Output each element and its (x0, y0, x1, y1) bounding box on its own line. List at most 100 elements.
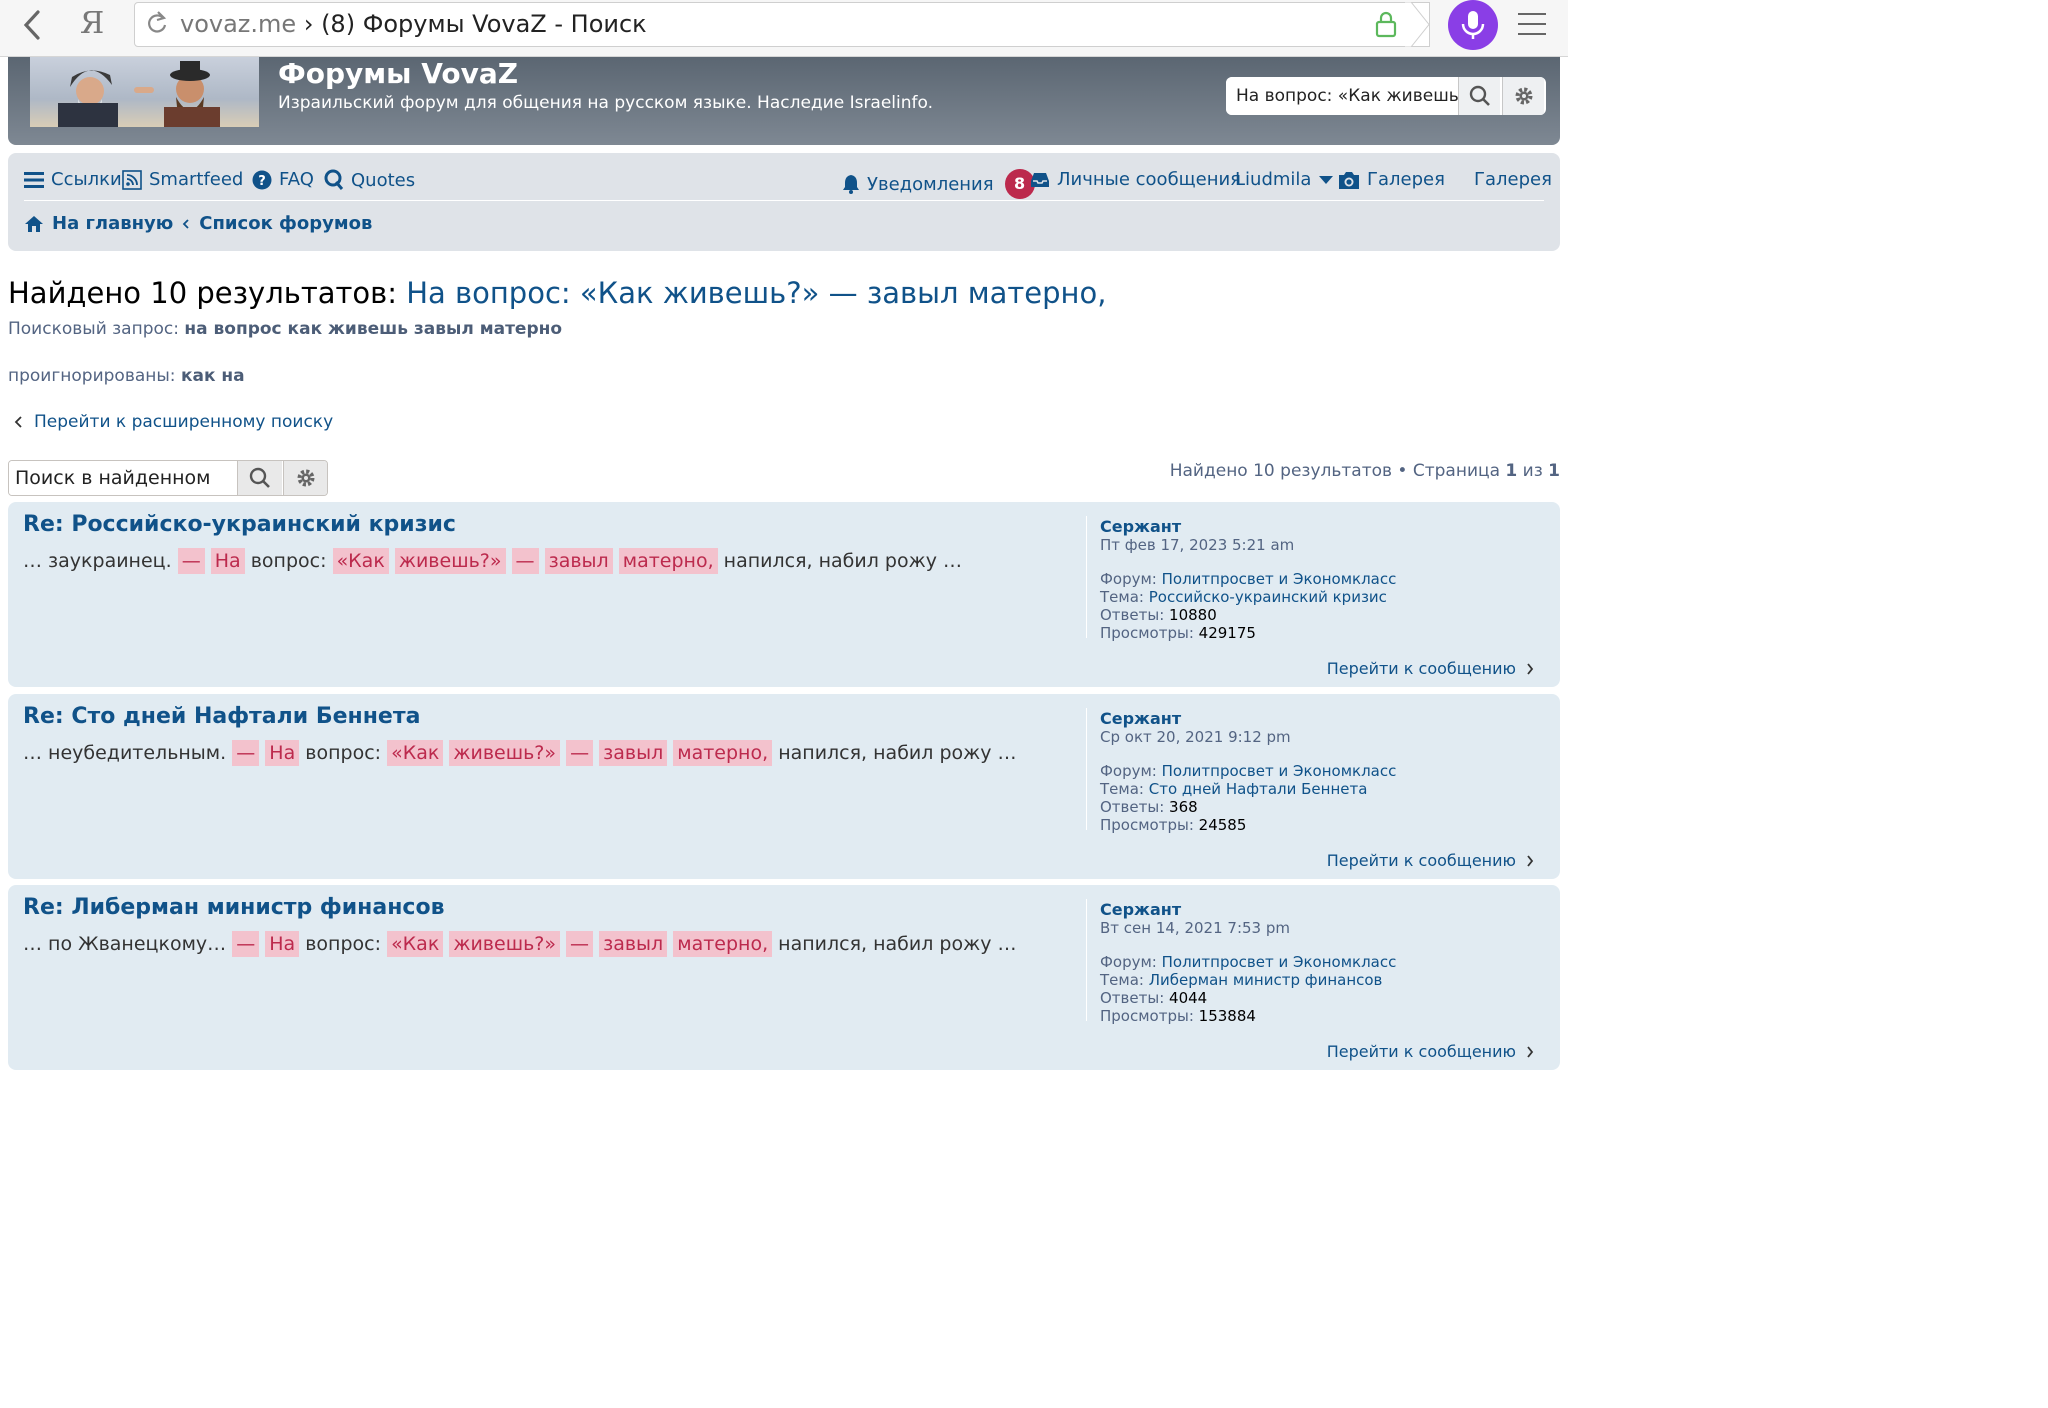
pagination-info: Найдено 10 результатов • Страница 1 из 1 (1170, 461, 1560, 481)
result-date: Вт сен 14, 2021 7:53 pm (1100, 919, 1290, 938)
search-in-results-options-button[interactable] (283, 461, 327, 495)
caret-down-icon (1319, 175, 1334, 184)
snippet-highlight: матерно, (618, 548, 718, 574)
snippet-suffix: напился, набил рожу … (723, 550, 963, 572)
snippet-highlight: завыл (544, 548, 613, 574)
back-arrow-icon[interactable] (18, 8, 48, 42)
header-search-box (1226, 77, 1546, 115)
nav-gallery-with-icon[interactable]: Галерея (1338, 169, 1445, 190)
views-label: Просмотры: (1100, 816, 1194, 835)
result-topic-link[interactable]: Либерман министр финансов (1149, 971, 1383, 989)
snippet-highlight: живешь?» (394, 548, 506, 574)
user-menu[interactable]: Liudmila (1235, 169, 1334, 190)
snippet-prefix: … неубедительным. (23, 742, 227, 764)
snippet-word: вопрос: (250, 550, 327, 572)
topic-label: Тема: (1100, 587, 1144, 606)
nav-faq[interactable]: ? FAQ (252, 169, 314, 190)
snippet-highlight: На (265, 740, 300, 766)
snippet-suffix: напился, набил рожу … (778, 933, 1017, 955)
snippet-highlight: матерно, (673, 931, 773, 957)
advanced-search-link[interactable]: Перейти к расширенному поиску (14, 412, 333, 432)
hamburger-menu-icon[interactable] (1516, 10, 1548, 38)
ignored-label: проигнорированы: (8, 366, 176, 386)
ignored-words-line: проигнорированы: как на (8, 366, 245, 386)
goto-post-link[interactable]: Перейти к сообщению (1327, 851, 1534, 870)
results-heading-query-link[interactable]: На вопрос: «Как живешь?» — завыл матерно… (406, 276, 1106, 310)
forum-header: Форумы VovaZ Израильский форум для общен… (8, 57, 1560, 145)
nav-gallery[interactable]: Галерея (1474, 169, 1552, 190)
nav-links[interactable]: Ссылки (24, 169, 122, 190)
header-search-input[interactable] (1226, 77, 1458, 115)
snippet-highlight: — (177, 548, 205, 574)
result-forum-link[interactable]: Политпросвет и Экономкласс (1162, 570, 1397, 588)
pagination-total: 1 (1548, 461, 1560, 481)
url-text[interactable]: vovaz.me › (8) Форумы VovaZ - Поиск (180, 10, 647, 38)
camera-icon (1339, 171, 1359, 189)
nav-quotes[interactable]: Quotes (324, 169, 415, 191)
goto-post-label: Перейти к сообщению (1326, 851, 1516, 870)
meta-spacer (1100, 747, 1396, 762)
search-query-value: на вопрос как живешь завыл матерно (184, 319, 563, 339)
result-forum-line: Форум: Политпросвет и Экономкласс (1100, 570, 1396, 588)
result-title-link[interactable]: Re: Либерман министр финансов (23, 895, 445, 920)
breadcrumb-forum-list[interactable]: Список форумов (199, 213, 372, 234)
goto-post-link[interactable]: Перейти к сообщению (1327, 1042, 1534, 1061)
result-replies-line: Ответы: 4044 (1100, 989, 1396, 1007)
advanced-search-button[interactable] (1502, 77, 1544, 115)
topic-label: Тема: (1100, 779, 1144, 798)
search-in-results-button[interactable] (237, 461, 282, 495)
voice-search-button[interactable] (1448, 0, 1498, 50)
microphone-icon (1461, 11, 1485, 39)
gear-icon (297, 469, 315, 487)
breadcrumb-home[interactable]: На главную (52, 213, 173, 234)
goto-post-link[interactable]: Перейти к сообщению (1327, 659, 1534, 678)
nav-notifications[interactable]: Уведомления 8 (842, 169, 1035, 199)
pagination-prefix: Найдено 10 результатов • Страница (1169, 461, 1500, 481)
forum-label: Форум: (1100, 952, 1157, 971)
list-icon (24, 171, 44, 188)
result-title-link[interactable]: Re: Российско-украинский кризис (23, 512, 456, 537)
result-views-count: 429175 (1198, 624, 1256, 643)
reload-icon[interactable] (146, 10, 168, 36)
search-query-line: Поисковый запрос: на вопрос как живешь з… (8, 319, 562, 339)
navbar: Ссылки Smartfeed ? FAQ Quotes Уведомлени… (8, 153, 1560, 251)
result-author[interactable]: Сержант (1100, 900, 1396, 919)
pagination-of: из (1522, 461, 1543, 481)
results-heading-prefix: Найдено 10 результатов: (8, 276, 397, 310)
meta-spacer (1100, 938, 1396, 953)
snippet-highlight: — (511, 548, 539, 574)
topic-label: Тема: (1100, 970, 1144, 989)
snippet-highlight: На (265, 931, 300, 957)
snippet-highlight: На (210, 548, 245, 574)
result-author[interactable]: Сержант (1100, 709, 1396, 728)
result-views-line: Просмотры: 153884 (1100, 1007, 1396, 1025)
result-topic-line: Тема: Сто дней Нафтали Беннета (1100, 780, 1396, 798)
snippet-prefix: … по Жванецкому… (23, 933, 227, 955)
nav-faq-label: FAQ (279, 169, 314, 190)
nav-smartfeed[interactable]: Smartfeed (122, 169, 243, 190)
site-title[interactable]: Форумы VovaZ (278, 57, 518, 90)
result-topic-link[interactable]: Российско-украинский кризис (1149, 588, 1387, 606)
views-label: Просмотры: (1100, 624, 1194, 643)
result-forum-link[interactable]: Политпросвет и Экономкласс (1162, 762, 1397, 780)
search-query-label: Поисковый запрос: (8, 319, 179, 339)
result-title-link[interactable]: Re: Сто дней Нафтали Беннета (23, 704, 420, 729)
search-in-results-input[interactable] (9, 461, 237, 495)
views-label: Просмотры: (1100, 1007, 1194, 1026)
result-views-line: Просмотры: 24585 (1100, 816, 1396, 834)
snippet-highlight: — (566, 931, 594, 957)
yandex-logo[interactable]: Я (80, 6, 104, 41)
result-topic-link[interactable]: Сто дней Нафтали Беннета (1149, 780, 1368, 798)
quotes-icon (324, 169, 344, 190)
result-author[interactable]: Сержант (1100, 517, 1396, 536)
nav-private-messages[interactable]: Личные сообщения (1030, 169, 1241, 190)
site-logo-image[interactable] (30, 57, 259, 127)
snippet-highlight: живешь?» (449, 931, 560, 957)
search-button[interactable] (1458, 77, 1500, 115)
result-topic-line: Тема: Российско-украинский кризис (1100, 588, 1396, 606)
result-forum-link[interactable]: Политпросвет и Экономкласс (1162, 953, 1397, 971)
snippet-highlight: завыл (599, 740, 668, 766)
nav-links-label: Ссылки (51, 169, 122, 190)
home-icon (25, 215, 43, 232)
snippet-highlight: — (232, 931, 260, 957)
